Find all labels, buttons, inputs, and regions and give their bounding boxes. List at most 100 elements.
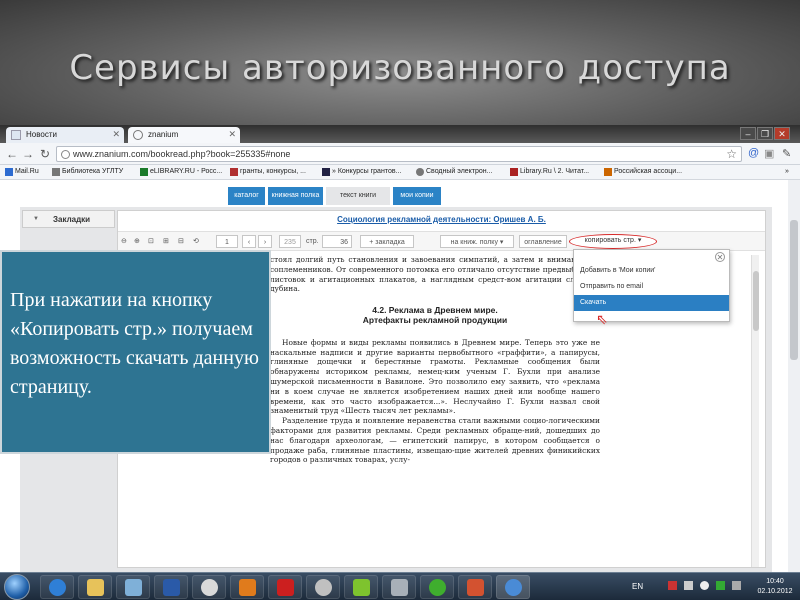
- at-icon[interactable]: @: [748, 147, 759, 159]
- word-icon: [163, 579, 180, 596]
- prev-page-icon[interactable]: ‹: [242, 235, 256, 248]
- taskbar-app[interactable]: [78, 575, 112, 599]
- znanium-icon: [133, 130, 143, 140]
- tab-my-copies[interactable]: мои копии: [393, 187, 441, 205]
- back-icon[interactable]: ←: [6, 147, 18, 161]
- reader-toolbar: ⊖ ⊕ ⊡ ⊞ ⊟ ⟲ 1 ‹ › 235 стр. 36 + закладка…: [118, 231, 765, 251]
- taskbar: EN 10:40 02.10.2012: [0, 572, 800, 600]
- minimize-icon[interactable]: –: [740, 127, 756, 140]
- url-text: www.znanium.com/bookread.php?book=255335…: [73, 149, 291, 159]
- elibrary-icon: [140, 168, 148, 176]
- tab-znanium[interactable]: znanium ✕: [128, 127, 240, 143]
- fit-width-icon[interactable]: ⊞: [163, 235, 169, 248]
- clock-date: 02.10.2012: [757, 588, 793, 595]
- taskbar-app[interactable]: [496, 575, 530, 599]
- close-icon[interactable]: ✕: [228, 129, 236, 140]
- libraryru-icon: [510, 168, 518, 176]
- rotate-icon[interactable]: ⟲: [193, 235, 199, 248]
- power-icon[interactable]: [732, 581, 741, 590]
- taskbar-app[interactable]: [306, 575, 340, 599]
- bookmark-item[interactable]: Library.Ru \ 2. Читат...: [510, 168, 589, 176]
- forward-icon[interactable]: →: [22, 147, 34, 161]
- browser-toolbar: ← → ↻ www.znanium.com/bookread.php?book=…: [0, 143, 800, 165]
- bookmark-item[interactable]: Библиотека УГЛТУ: [52, 168, 123, 176]
- close-window-icon[interactable]: ✕: [774, 127, 790, 140]
- page-scrollbar[interactable]: [788, 180, 800, 572]
- start-button[interactable]: [4, 574, 30, 600]
- taskbar-app[interactable]: [268, 575, 302, 599]
- menu-item-add-to-copies[interactable]: Добавить в 'Мои копии': [574, 263, 729, 279]
- next-page-icon[interactable]: ›: [258, 235, 272, 248]
- taskbar-app[interactable]: [116, 575, 150, 599]
- page-label: стр.: [306, 238, 319, 245]
- add-bookmark-button[interactable]: + закладка: [360, 235, 414, 248]
- taskbar-app[interactable]: [192, 575, 226, 599]
- menu-item-download[interactable]: Скачать: [574, 295, 729, 311]
- slide-header: Сервисы авторизованного доступа: [0, 0, 800, 125]
- taskbar-app[interactable]: [230, 575, 264, 599]
- to-shelf-button[interactable]: на книж. полку ▾: [440, 235, 514, 248]
- copy-page-button[interactable]: копировать стр. ▾: [569, 234, 657, 249]
- powerpoint-icon: [467, 579, 484, 596]
- doc-paragraph: Разделение труда и появление неравенства…: [270, 416, 600, 465]
- zoom-in-icon[interactable]: ⊕: [134, 235, 140, 248]
- globe-icon: [61, 150, 70, 159]
- taskbar-app[interactable]: [40, 575, 74, 599]
- reader-scrollbar-thumb[interactable]: [753, 271, 759, 331]
- callout-box: При нажатии на кнопку «Копировать стр.» …: [0, 250, 271, 454]
- tab-bookshelf[interactable]: книжная полка: [268, 187, 323, 205]
- maximize-icon[interactable]: ❐: [757, 127, 773, 140]
- current-page-input[interactable]: 36: [322, 235, 352, 248]
- taskbar-app[interactable]: [458, 575, 492, 599]
- doc-subheading: Артефакты рекламной продукции: [362, 314, 508, 325]
- book-page: стоял долгий путь становления и завоеван…: [270, 255, 600, 567]
- extension-icon[interactable]: ▣: [764, 147, 774, 160]
- bookmark-item[interactable]: Российская ассоци...: [604, 168, 682, 176]
- url-input[interactable]: www.znanium.com/bookread.php?book=255335…: [56, 146, 742, 162]
- book-title-link[interactable]: Социология рекламной деятельности: Орише…: [118, 215, 765, 224]
- wrench-icon[interactable]: ✎: [782, 147, 791, 160]
- menu-item-send-email[interactable]: Отправить по email: [574, 279, 729, 295]
- doc-paragraph: стоял долгий путь становления и завоеван…: [270, 255, 600, 294]
- talk-icon: [315, 579, 332, 596]
- tab-news[interactable]: Новости ✕: [6, 127, 124, 143]
- ie-icon: [49, 579, 66, 596]
- explorer-icon: [87, 579, 104, 596]
- language-indicator[interactable]: EN: [632, 582, 643, 591]
- reload-icon[interactable]: ↻: [40, 147, 50, 161]
- tab-catalog[interactable]: каталог: [228, 187, 265, 205]
- page-icon: [11, 130, 21, 140]
- bookmark-item[interactable]: Mail.Ru: [5, 168, 39, 176]
- taskbar-app[interactable]: [420, 575, 454, 599]
- flag-icon[interactable]: [668, 581, 677, 590]
- clock-time: 10:40: [766, 578, 784, 585]
- bookmark-item[interactable]: » Конкурсы грантов...: [322, 168, 401, 176]
- tab-book-text[interactable]: текст книги: [326, 187, 390, 205]
- y-icon: [322, 168, 330, 176]
- taskbar-app[interactable]: [344, 575, 378, 599]
- more-bookmarks-icon[interactable]: »: [785, 168, 789, 175]
- notepad-icon: [125, 579, 142, 596]
- reader-scrollbar[interactable]: [751, 255, 759, 567]
- bookmark-item[interactable]: Сводный электрон...: [416, 168, 493, 176]
- star-icon[interactable]: ☆: [726, 147, 737, 161]
- close-icon[interactable]: ✕: [112, 129, 120, 140]
- close-icon[interactable]: ✕: [715, 252, 725, 262]
- contents-button[interactable]: оглавление: [519, 235, 567, 248]
- bookmark-item[interactable]: eLIBRARY.RU - Росс...: [140, 168, 222, 176]
- tray-app-icon[interactable]: [716, 581, 725, 590]
- clock[interactable]: 10:40 02.10.2012: [754, 577, 796, 597]
- fullscreen-icon[interactable]: ⊟: [178, 235, 184, 248]
- bookmark-item[interactable]: гранты, конкурсы, ...: [230, 168, 306, 176]
- volume-icon[interactable]: [700, 581, 709, 590]
- bookmarks-panel-toggle[interactable]: ▼ Закладки: [22, 210, 115, 228]
- acrobat-icon: [277, 579, 294, 596]
- network-icon[interactable]: [684, 581, 693, 590]
- taskbar-app[interactable]: [154, 575, 188, 599]
- page-input[interactable]: 1: [216, 235, 238, 248]
- fit-page-icon[interactable]: ⊡: [148, 235, 154, 248]
- taskbar-app[interactable]: [382, 575, 416, 599]
- zoom-out-icon[interactable]: ⊖: [121, 235, 127, 248]
- game-icon: [391, 579, 408, 596]
- page-scrollbar-thumb[interactable]: [790, 220, 798, 360]
